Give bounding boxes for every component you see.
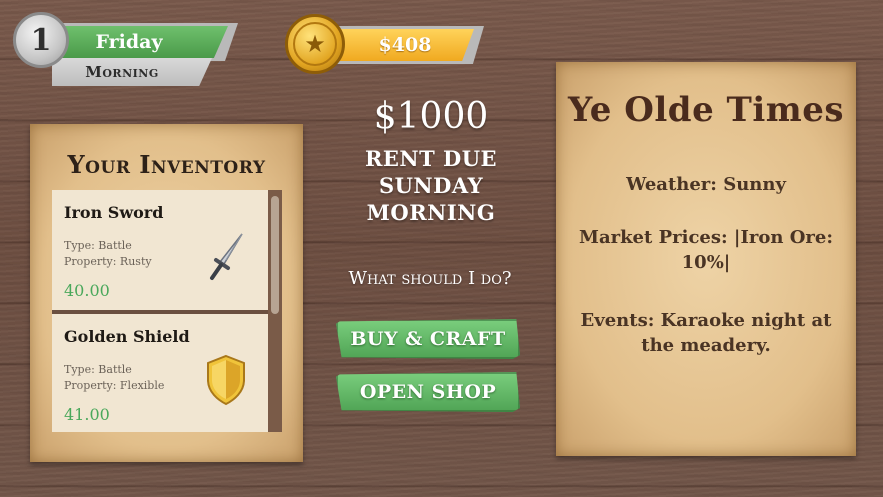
item-type: Type: Battle — [64, 363, 132, 376]
item-name: Iron Sword — [64, 203, 164, 222]
day-name-ribbon: Friday — [52, 26, 228, 58]
market-prices-text: Market Prices: |Iron Ore: 10%| — [579, 227, 833, 273]
rent-amount: $1000 — [373, 96, 489, 137]
inventory-item[interactable]: Iron Sword Type: Battle Property: Rusty … — [52, 190, 268, 310]
action-prompt: What should I do? — [348, 268, 512, 289]
inventory-panel: Your Inventory Iron Sword Type: Battle P… — [30, 124, 303, 462]
inventory-item[interactable]: Golden Shield Type: Battle Property: Fle… — [52, 314, 268, 432]
shield-icon — [207, 354, 245, 406]
buy-craft-button[interactable]: BUY & CRAFT — [336, 319, 520, 359]
time-of-day-plate: Morning — [52, 58, 212, 86]
item-property: Property: Rusty — [64, 255, 152, 268]
scrollbar-thumb[interactable] — [271, 196, 279, 314]
star-coin-icon: ★ — [285, 14, 345, 74]
events-text: Events: Karaoke night at the meadery. — [580, 310, 832, 356]
inventory-list[interactable]: Iron Sword Type: Battle Property: Rusty … — [52, 190, 282, 432]
rent-due-time: MORNING — [366, 200, 496, 225]
money-display: $408 — [326, 29, 474, 61]
day-number-badge: 1 — [13, 12, 69, 68]
inventory-title: Your Inventory — [67, 150, 266, 179]
rent-due-label: RENT DUE — [364, 146, 498, 171]
open-shop-button[interactable]: OPEN SHOP — [336, 372, 520, 412]
newspaper-panel: Ye Olde Times Weather: Sunny Market Pric… — [556, 62, 856, 456]
item-type: Type: Battle — [64, 239, 132, 252]
inventory-scrollbar[interactable] — [268, 190, 282, 432]
item-property: Property: Flexible — [64, 379, 165, 392]
newspaper-title: Ye Olde Times — [567, 90, 845, 130]
rent-due-day: SUNDAY — [378, 173, 484, 198]
item-price: 40.00 — [64, 281, 110, 300]
sword-icon — [210, 233, 243, 280]
item-price: 41.00 — [64, 405, 110, 424]
item-name: Golden Shield — [64, 327, 190, 346]
weather-text: Weather: Sunny — [626, 174, 786, 195]
